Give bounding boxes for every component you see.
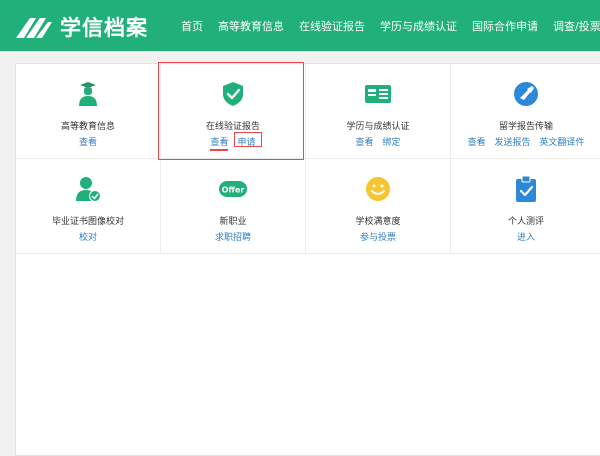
proofread-link[interactable]: 校对 [79,233,97,243]
service-panel: 高等教育信息 查看 在线验证报告 查看 申请 学历与成绩认证 查看 绑定 留学报… [15,63,600,456]
logo-text: 学信档案 [60,16,148,40]
send-report-link[interactable]: 发送报告 [494,138,530,148]
apply-link[interactable]: 申请 [237,138,255,148]
tile-school-satisfaction: 学校满意度 参与投票 [306,159,451,254]
top-navigation-bar: 学信档案 首页 高等教育信息 在线验证报告 学历与成绩认证 国际合作申请 调查/… [0,0,600,51]
tile-personal-assessment: 个人测评 进入 [451,159,600,254]
user-check-icon [76,177,101,202]
nav-higher-education[interactable]: 高等教育信息 [218,18,284,34]
enter-link[interactable]: 进入 [517,233,535,243]
nav-international[interactable]: 国际合作申请 [472,18,538,34]
site-logo[interactable]: 学信档案 [14,12,148,42]
view-link[interactable]: 查看 [468,138,486,148]
main-nav: 首页 高等教育信息 在线验证报告 学历与成绩认证 国际合作申请 调查/投票 职 [181,18,600,34]
nav-home[interactable]: 首页 [181,18,203,34]
tile-higher-education: 高等教育信息 查看 [16,64,161,159]
tile-diploma-image-check: 毕业证书图像校对 校对 [16,159,161,254]
view-link[interactable]: 查看 [79,138,97,148]
nav-online-verification[interactable]: 在线验证报告 [299,18,365,34]
tile-certification: 学历与成绩认证 查看 绑定 [306,64,451,159]
tile-online-verification: 在线验证报告 查看 申请 [161,64,306,159]
id-card-icon [365,85,391,103]
bind-link[interactable]: 绑定 [382,138,400,148]
view-link[interactable]: 查看 [356,138,374,148]
shield-check-icon [223,82,243,106]
view-link[interactable]: 查看 [211,138,229,148]
tile-study-abroad-report: 留学报告传输 查看 发送报告 英文翻译件 [451,64,600,159]
globe-plane-icon [514,82,538,106]
offer-icon: Offer [219,181,247,197]
graduate-icon [79,82,97,106]
english-translation-link[interactable]: 英文翻译件 [539,138,584,148]
tile-title: 学历与成绩认证 [346,122,410,132]
nav-survey-vote[interactable]: 调查/投票 [553,18,600,34]
tile-title: 留学报告传输 [498,122,553,132]
smiley-icon [366,177,390,201]
tile-title: 在线验证报告 [205,122,260,132]
svg-text:Offer: Offer [222,186,245,195]
tile-new-career: Offer 新职业 求职招聘 [161,159,306,254]
clipboard-check-icon [516,175,536,202]
job-search-link[interactable]: 求职招聘 [215,233,251,243]
nav-certification[interactable]: 学历与成绩认证 [380,18,457,34]
tile-title: 新职业 [219,217,247,227]
tile-title: 个人测评 [507,217,544,227]
tile-title: 学校满意度 [355,217,401,227]
book-logo-icon [16,18,52,38]
vote-link[interactable]: 参与投票 [360,233,396,243]
tile-title: 高等教育信息 [60,122,115,132]
tile-title: 毕业证书图像校对 [51,217,124,227]
